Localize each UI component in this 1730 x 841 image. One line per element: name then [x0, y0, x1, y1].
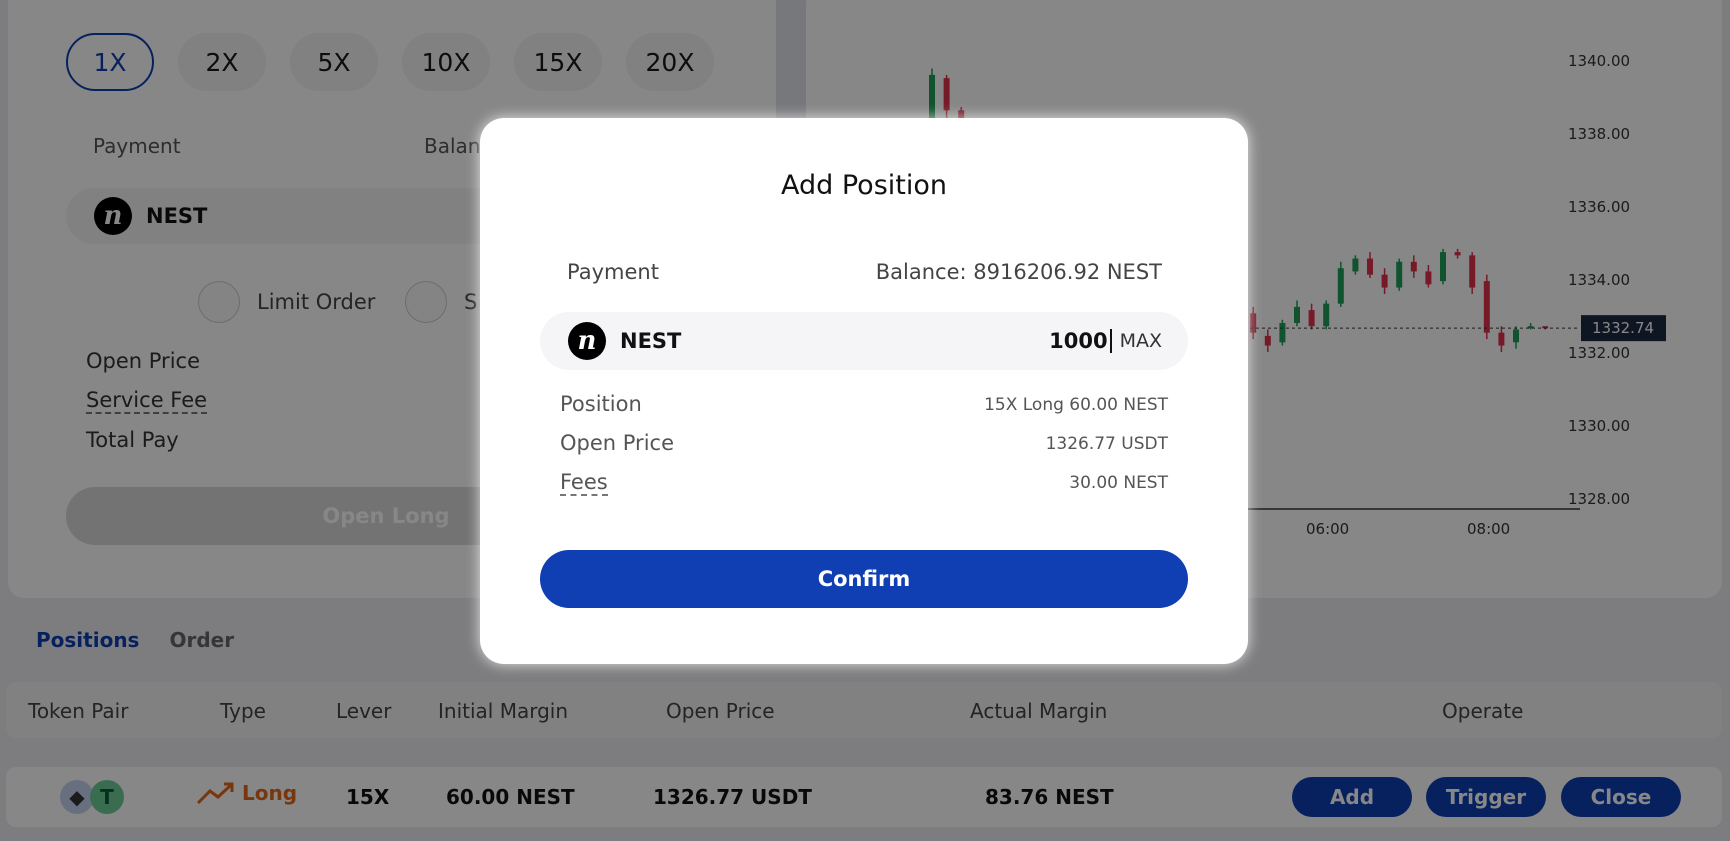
- detail-position-value: 15X Long 60.00 NEST: [984, 395, 1168, 415]
- detail-fees-label[interactable]: Fees: [560, 470, 608, 496]
- modal-payment-label: Payment: [567, 260, 659, 284]
- amount-value[interactable]: 1000: [1049, 329, 1112, 353]
- dialog-title: Add Position: [781, 170, 947, 201]
- max-button[interactable]: MAX: [1120, 330, 1162, 352]
- confirm-button[interactable]: Confirm: [540, 550, 1188, 608]
- nest-logo-icon: n: [568, 322, 606, 360]
- modal-token-name: NEST: [620, 329, 682, 353]
- modal-balance: Balance: 8916206.92 NEST: [875, 260, 1162, 284]
- detail-open-price-value: 1326.77 USDT: [1045, 434, 1168, 454]
- add-position-dialog: Add Position Payment Balance: 8916206.92…: [480, 118, 1248, 664]
- detail-fees-value: 30.00 NEST: [1069, 473, 1168, 493]
- amount-input[interactable]: n NEST 1000 MAX: [540, 312, 1188, 370]
- detail-position-label: Position: [560, 392, 642, 416]
- app: 1X 2X 5X 10X 15X 20X Payment Balan n NES…: [0, 0, 1730, 841]
- detail-open-price-label: Open Price: [560, 431, 674, 455]
